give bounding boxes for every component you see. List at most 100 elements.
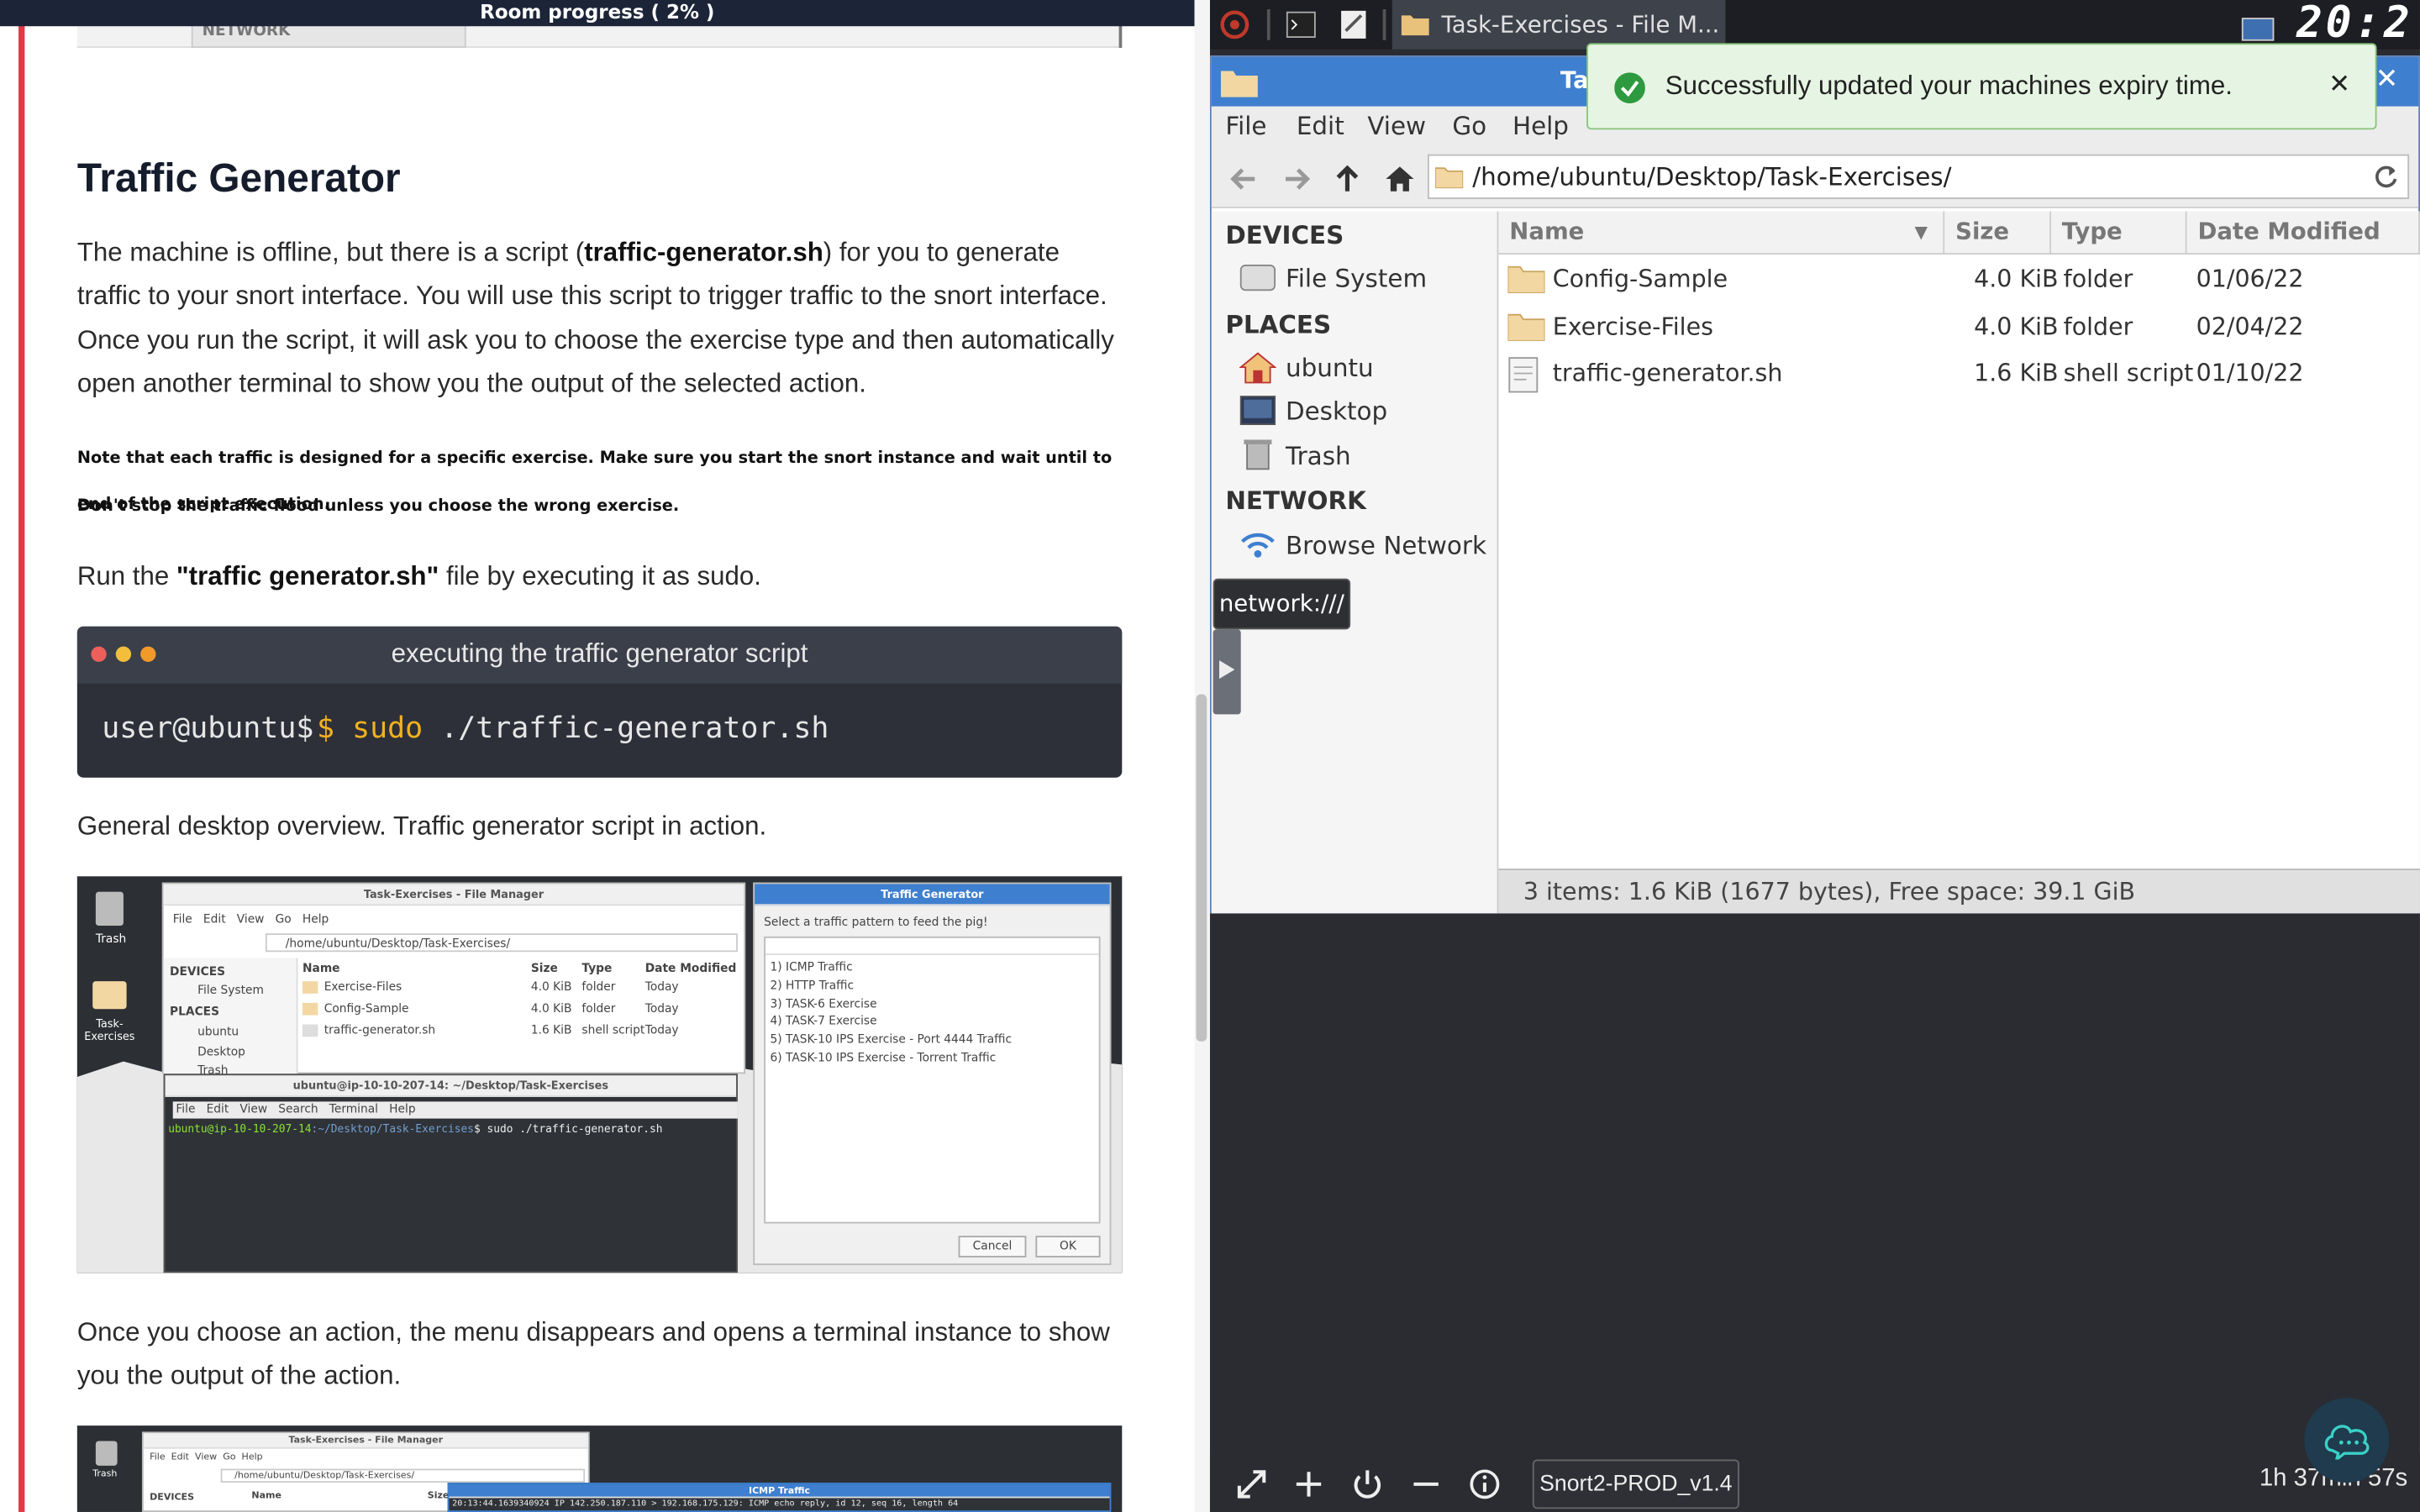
sidebar-item-filesystem[interactable]: File System xyxy=(1286,264,1427,293)
wifi-icon xyxy=(1240,533,1275,558)
file-date: 01/06/22 xyxy=(2196,265,2304,293)
mini-fm2-col-size: Size xyxy=(427,1490,450,1502)
file-size: 4.0 KiB xyxy=(1974,265,2059,293)
network-tooltip: network:/// xyxy=(1213,578,1351,630)
file-row[interactable]: Config-Sample 4.0 KiB folder 01/06/22 xyxy=(1498,262,2420,305)
file-row[interactable]: Exercise-Files 4.0 KiB folder 02/04/22 xyxy=(1498,309,2420,352)
code-command[interactable]: user@ubuntu$ $ sudo ./traffic-generator.s… xyxy=(102,711,829,745)
vm-taskbar: Task-Exercises - File M... 20:2 xyxy=(1209,0,2420,50)
mini-icmp-line: 20:13:44.1639340924 IP 142.250.187.110 >… xyxy=(452,1499,959,1509)
up-arrow-icon[interactable] xyxy=(1330,162,1364,196)
hard-drive-icon xyxy=(1239,264,1276,291)
content-scrollbar-thumb[interactable] xyxy=(1196,694,1207,1042)
mini-ubuntu: ubuntu xyxy=(197,1024,239,1039)
home-icon[interactable] xyxy=(1383,162,1417,196)
sidebar-item-trash[interactable]: Trash xyxy=(1286,441,1351,470)
side-panel-handle[interactable] xyxy=(1213,629,1241,715)
file-name: traffic-generator.sh xyxy=(1552,359,1783,388)
column-header-date[interactable]: Date Modified xyxy=(2186,211,2420,255)
check-circle-icon xyxy=(1614,72,1645,104)
info-icon[interactable] xyxy=(1468,1467,1502,1501)
task-window-button[interactable]: Task-Exercises - File M... xyxy=(1392,0,1726,50)
folder-icon xyxy=(92,981,127,1010)
menu-file[interactable]: File xyxy=(1225,111,1266,140)
mini-col-type: Type xyxy=(581,961,613,975)
toast-close-icon[interactable]: ✕ xyxy=(2328,70,2350,101)
refresh-icon[interactable] xyxy=(2370,162,2402,193)
mini-tg-option: 5) TASK-10 IPS Exercise - Port 4444 Traf… xyxy=(770,1032,1013,1047)
mini-file-cell: Today xyxy=(644,979,679,994)
status-bar: 3 items: 1.6 KiB (1677 bytes), Free spac… xyxy=(1498,869,2420,914)
desktop-folder-label: Task-Exercises xyxy=(84,1018,135,1043)
menu-edit[interactable]: Edit xyxy=(1297,111,1344,140)
close-icon[interactable]: ✕ xyxy=(2375,63,2399,96)
column-header-type[interactable]: Type xyxy=(2050,211,2187,255)
plus-icon[interactable] xyxy=(1292,1467,1325,1501)
mini-tg-prompt: Select a traffic pattern to feed the pig… xyxy=(764,915,988,929)
trash-icon xyxy=(95,891,124,927)
mini-file-cell: folder xyxy=(581,979,616,994)
folder-icon xyxy=(1435,167,1464,189)
file-row[interactable]: traffic-generator.sh 1.6 KiB shell script 0… xyxy=(1498,356,2420,399)
folder-icon xyxy=(1401,15,1429,36)
folder-icon xyxy=(1507,309,1546,346)
desktop-overview-screenshot: Trash Task-Exercises Task-Exercises - Fi… xyxy=(76,876,1123,1273)
mini-fm-menu: File Edit View Go Help xyxy=(172,911,329,927)
success-toast: Successfully updated your machines expir… xyxy=(1586,43,2377,130)
mini-icmp-title: ICMP Traffic xyxy=(449,1483,1110,1499)
mini-terminal-menu: File Edit View Search Terminal Help xyxy=(172,1101,738,1119)
mini-col-date: Date Modified xyxy=(644,961,737,975)
mini-devices: DEVICES xyxy=(170,963,226,979)
path-text: /home/ubuntu/Desktop/Task-Exercises/ xyxy=(1472,161,1952,192)
intro-paragraph: The machine is offline, but there is a s… xyxy=(76,237,1114,398)
menu-view[interactable]: View xyxy=(1367,111,1426,140)
mini-tg-option: 1) ICMP Traffic xyxy=(770,959,853,974)
folder-icon xyxy=(302,1002,318,1016)
sidebar-item-browse-network[interactable]: Browse Network xyxy=(1286,531,1486,560)
mini-file-cell: 4.0 KiB xyxy=(530,1001,572,1016)
fullscreen-icon[interactable] xyxy=(1234,1467,1268,1501)
chat-support-button[interactable] xyxy=(2304,1398,2390,1483)
power-icon[interactable] xyxy=(1350,1467,1384,1501)
sidebar-heading-places: PLACES xyxy=(1225,310,1332,340)
file-manager-sidebar: DEVICES File System PLACES ubuntu Deskto… xyxy=(1211,211,1499,914)
task-window-label: Task-Exercises - File M... xyxy=(1441,10,1720,39)
forward-arrow-icon[interactable] xyxy=(1280,162,1313,196)
path-input[interactable]: /home/ubuntu/Desktop/Task-Exercises/ xyxy=(1427,154,2410,199)
mini-tg-option: 3) TASK-6 Exercise xyxy=(770,995,877,1011)
minus-icon[interactable] xyxy=(1409,1467,1443,1501)
mini-file-cell: traffic-generator.sh xyxy=(324,1022,436,1037)
file-manager-toolbar: /home/ubuntu/Desktop/Task-Exercises/ xyxy=(1211,150,2419,208)
desktop-trash-label-2: Trash xyxy=(92,1468,118,1480)
app-menu-icon[interactable] xyxy=(1218,8,1251,41)
mini-fm2-title: Task-Exercises - File Manager xyxy=(143,1433,588,1449)
trash-icon xyxy=(95,1441,118,1466)
terminal-icon[interactable] xyxy=(1284,8,1318,41)
column-header-name[interactable]: Name ▼ xyxy=(1498,211,1945,255)
sidebar-item-desktop[interactable]: Desktop xyxy=(1286,396,1387,426)
sidebar-heading-network: NETWORK xyxy=(1225,486,1366,516)
column-header-size[interactable]: Size xyxy=(1944,211,2051,255)
mini-file-cell: Exercise-Files xyxy=(324,979,402,994)
mini-fm-title: Task-Exercises - File Manager xyxy=(163,884,744,906)
folder-icon xyxy=(302,981,318,994)
sidebar-item-ubuntu[interactable]: ubuntu xyxy=(1286,354,1374,383)
mini-col-name: Name xyxy=(302,961,340,975)
menu-help[interactable]: Help xyxy=(1512,111,1569,140)
back-arrow-icon[interactable] xyxy=(1227,162,1260,196)
accent-bar xyxy=(18,0,25,1512)
mini-terminal-title: ubuntu@ip-10-10-207-14: ~/Desktop/Task-E… xyxy=(165,1075,737,1097)
menu-go[interactable]: Go xyxy=(1452,111,1486,140)
note-line-2: Don't stop the traffic flood unless you … xyxy=(76,496,680,516)
mini-filesystem: File System xyxy=(197,982,264,997)
display-icon[interactable] xyxy=(2241,13,2275,46)
run-instruction: Run the "traffic generator.sh" file by e… xyxy=(76,561,761,591)
file-manager-window: Ta ✕ File Edit View Go Help /home/ubuntu… xyxy=(1209,55,2420,914)
machine-name-badge[interactable]: Snort2-PROD_v1.4 xyxy=(1532,1459,1739,1509)
file-manager-title: Ta xyxy=(1560,66,1589,95)
mini-fm2-path: /home/ubuntu/Desktop/Task-Exercises/ xyxy=(220,1468,586,1483)
mini-terminal: ubuntu@ip-10-10-207-14: ~/Desktop/Task-E… xyxy=(163,1074,738,1273)
desktop-trash-label: Trash xyxy=(95,932,127,946)
mini-tg-option: 2) HTTP Traffic xyxy=(770,978,855,992)
text-editor-icon[interactable] xyxy=(1337,8,1370,41)
